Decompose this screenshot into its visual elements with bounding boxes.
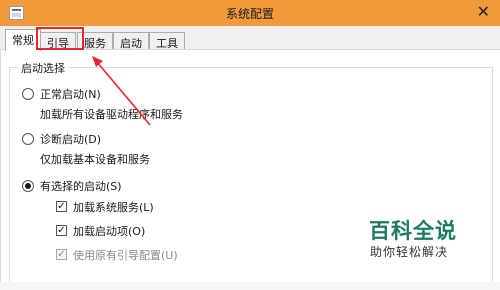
watermark-subtitle: 助你轻松解决 xyxy=(370,245,449,259)
selective-startup-radio[interactable] xyxy=(22,180,34,192)
load-startup-items-label[interactable]: 加载启动项(O) xyxy=(73,223,145,239)
tab-services[interactable]: 服务 xyxy=(77,32,113,50)
watermark-title: 百科全说 xyxy=(369,219,457,243)
tab-startup[interactable]: 启动 xyxy=(113,32,149,50)
diagnostic-startup-label[interactable]: 诊断启动(D) xyxy=(40,131,101,147)
tab-strip: 常规 引导 服务 启动 工具 xyxy=(0,26,500,51)
normal-startup-radio[interactable] xyxy=(22,88,34,100)
load-startup-items-checkbox[interactable]: ✓ xyxy=(56,225,67,236)
title-bar: 系统配置 ✕ xyxy=(0,0,500,26)
use-original-boot-config-label: 使用原有引导配置(U) xyxy=(73,249,178,262)
tab-general[interactable]: 常规 xyxy=(5,29,41,51)
close-icon[interactable]: ✕ xyxy=(477,2,490,21)
diagnostic-startup-description: 仅加载基本设备和服务 xyxy=(40,153,150,166)
tab-tools[interactable]: 工具 xyxy=(149,32,185,50)
load-system-services-checkbox[interactable]: ✓ xyxy=(56,201,67,212)
normal-startup-description: 加载所有设备驱动程序和服务 xyxy=(40,108,183,121)
window-bottom-edge xyxy=(0,282,500,290)
diagnostic-startup-radio[interactable] xyxy=(22,133,34,145)
selective-startup-label[interactable]: 有选择的启动(S) xyxy=(40,178,122,194)
normal-startup-label[interactable]: 正常启动(N) xyxy=(40,86,101,102)
load-system-services-label[interactable]: 加载系统服务(L) xyxy=(73,199,154,215)
tab-boot[interactable]: 引导 xyxy=(40,32,76,50)
use-original-boot-config-checkbox: ✓ xyxy=(56,249,67,260)
group-legend: 启动选择 xyxy=(18,60,68,76)
window-title: 系统配置 xyxy=(225,7,274,21)
